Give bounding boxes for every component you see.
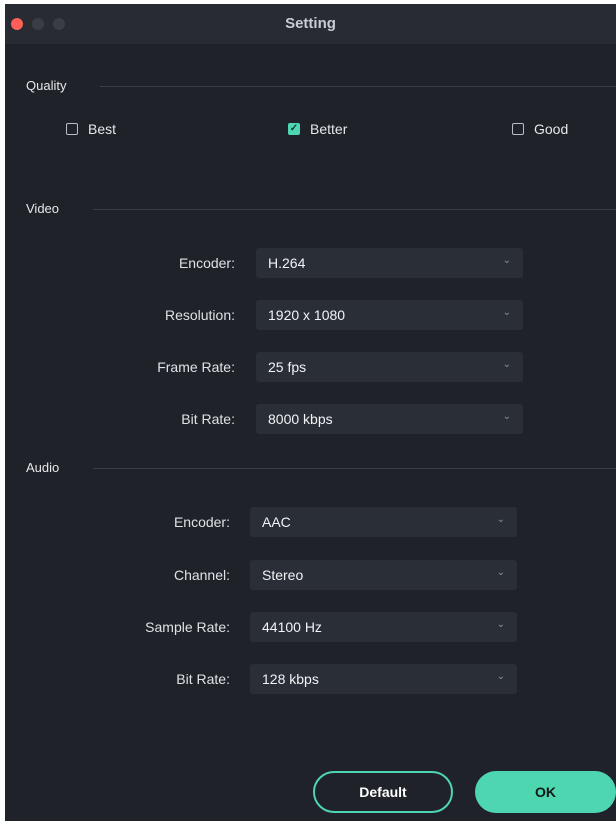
video-encoder-value: H.264 bbox=[268, 255, 306, 271]
video-resolution-select[interactable]: 1920 x 1080 ⌄ bbox=[256, 300, 523, 330]
chevron-down-icon: ⌄ bbox=[496, 567, 505, 578]
settings-window: Setting Quality Best ✓ Better Good Video… bbox=[5, 4, 616, 821]
video-resolution-value: 1920 x 1080 bbox=[268, 307, 346, 323]
video-bit-rate-select[interactable]: 8000 kbps ⌄ bbox=[256, 404, 523, 434]
audio-encoder-select[interactable]: AAC ⌄ bbox=[250, 507, 517, 537]
audio-encoder-label: Encoder: bbox=[173, 514, 230, 530]
video-frame-rate-label: Frame Rate: bbox=[157, 359, 235, 375]
quality-section-label: Quality bbox=[26, 78, 67, 93]
video-resolution-label: Resolution: bbox=[164, 307, 235, 323]
audio-channel-value: Stereo bbox=[262, 567, 304, 583]
audio-channel-select[interactable]: Stereo ⌄ bbox=[250, 560, 517, 590]
quality-option-best[interactable]: Best bbox=[66, 121, 116, 137]
video-frame-rate-select[interactable]: 25 fps ⌄ bbox=[256, 352, 523, 382]
audio-section-label: Audio bbox=[26, 460, 60, 475]
checkmark-icon: ✓ bbox=[289, 123, 299, 134]
quality-divider bbox=[100, 86, 616, 87]
audio-sample-rate-select[interactable]: 44100 Hz ⌄ bbox=[250, 612, 517, 642]
audio-bit-rate-value: 128 kbps bbox=[262, 671, 319, 687]
chevron-down-icon: ⌄ bbox=[502, 307, 511, 318]
audio-channel-label: Channel: bbox=[173, 567, 230, 583]
quality-option-good[interactable]: Good bbox=[512, 121, 568, 137]
quality-option-label: Best bbox=[88, 121, 117, 137]
title-bar: Setting bbox=[5, 4, 616, 44]
chevron-down-icon: ⌄ bbox=[502, 359, 511, 370]
chevron-down-icon: ⌄ bbox=[502, 411, 511, 422]
audio-sample-rate-label: Sample Rate: bbox=[145, 619, 230, 635]
checkbox-icon[interactable] bbox=[66, 123, 78, 135]
quality-option-label: Better bbox=[310, 121, 348, 137]
checkbox-icon[interactable] bbox=[512, 123, 524, 135]
chevron-down-icon: ⌄ bbox=[496, 671, 505, 682]
window-title: Setting bbox=[285, 15, 336, 32]
checkbox-checked-icon[interactable]: ✓ bbox=[288, 123, 300, 135]
audio-sample-rate-value: 44100 Hz bbox=[262, 619, 322, 635]
audio-divider bbox=[93, 468, 616, 469]
ok-button[interactable]: OK bbox=[475, 771, 616, 813]
chevron-down-icon: ⌄ bbox=[496, 619, 505, 630]
quality-option-label: Good bbox=[534, 121, 569, 137]
audio-encoder-value: AAC bbox=[262, 514, 291, 530]
video-encoder-label: Encoder: bbox=[178, 255, 235, 271]
video-encoder-select[interactable]: H.264 ⌄ bbox=[256, 248, 523, 278]
video-frame-rate-value: 25 fps bbox=[268, 359, 307, 375]
video-section-label: Video bbox=[26, 201, 60, 216]
audio-bit-rate-label: Bit Rate: bbox=[176, 671, 230, 687]
chevron-down-icon: ⌄ bbox=[496, 514, 505, 525]
default-button[interactable]: Default bbox=[313, 771, 453, 813]
video-divider bbox=[93, 209, 616, 210]
audio-bit-rate-select[interactable]: 128 kbps ⌄ bbox=[250, 664, 517, 694]
video-bit-rate-label: Bit Rate: bbox=[181, 411, 235, 427]
quality-option-better[interactable]: ✓ Better bbox=[288, 121, 347, 137]
video-bit-rate-value: 8000 kbps bbox=[268, 411, 333, 427]
chevron-down-icon: ⌄ bbox=[502, 255, 511, 266]
